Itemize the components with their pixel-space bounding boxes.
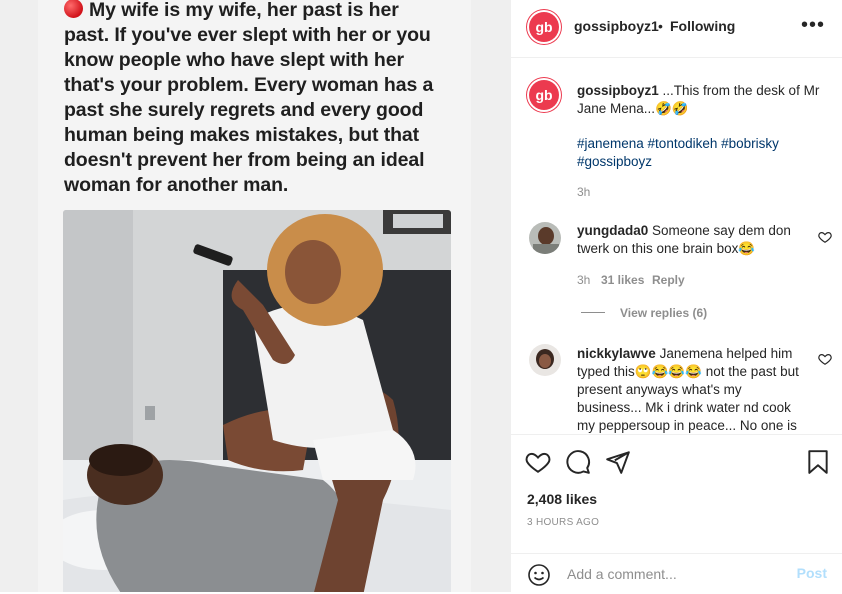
comment-line: Someone say dem don bbox=[648, 223, 791, 238]
comment-text: yungdada0 Someone say dem don twerk on t… bbox=[577, 222, 809, 258]
post-photo bbox=[63, 210, 451, 592]
comment-time: 3h bbox=[577, 273, 591, 287]
post-header: gb gossipboyz1 • Following ••• bbox=[511, 0, 842, 58]
reply-button[interactable]: Reply bbox=[652, 273, 685, 287]
post-actions: 2,408 likes 3 HOURS AGO Post bbox=[511, 434, 842, 593]
share-send-icon[interactable] bbox=[605, 449, 631, 475]
post-media[interactable]: My wife is my wife, her past is her past… bbox=[0, 0, 510, 592]
caption-time: 3h bbox=[577, 185, 591, 199]
comment-avatar[interactable] bbox=[529, 222, 561, 254]
comment-text: nickkylawve Janemena helped him typed th… bbox=[577, 345, 812, 434]
avatar-image bbox=[529, 222, 561, 254]
meme-text-line: past. If you've ever slept with her or y… bbox=[64, 24, 431, 46]
view-replies-button[interactable]: View replies (6) bbox=[620, 306, 707, 320]
like-comment-heart-icon[interactable] bbox=[818, 230, 832, 244]
meme-card: My wife is my wife, her past is her past… bbox=[38, 0, 471, 592]
post-time: 3 HOURS AGO bbox=[527, 517, 600, 528]
comment-line: present anyways what's my bbox=[577, 382, 742, 397]
comment-line: typed this🙄😂😂😂 not the past but bbox=[577, 364, 799, 379]
comment-line: twerk on this one brain box😂 bbox=[577, 241, 756, 256]
post-details-panel: gb gossipboyz1 • Following ••• gb gossip… bbox=[510, 0, 842, 592]
avatar-image bbox=[529, 344, 561, 376]
emoji-smiley-icon[interactable] bbox=[527, 563, 551, 587]
caption-avatar[interactable]: gb bbox=[529, 80, 559, 110]
hashtag-line[interactable]: #janemena #tontodikeh #bobrisky bbox=[577, 135, 779, 153]
view-replies-line bbox=[581, 312, 605, 313]
meme-text-line: human being makes mistakes, but that bbox=[64, 124, 420, 146]
comment-avatar[interactable] bbox=[529, 344, 561, 376]
like-comment-heart-icon[interactable] bbox=[818, 352, 832, 366]
header-separator: • bbox=[658, 18, 663, 34]
likes-count[interactable]: 2,408 likes bbox=[527, 491, 597, 507]
caption-line: ...This from the desk of Mr bbox=[658, 83, 820, 98]
red-circle-icon bbox=[64, 0, 83, 18]
comment-username[interactable]: yungdada0 bbox=[577, 223, 648, 238]
meme-text-line: doesn't prevent her from being an ideal bbox=[64, 149, 425, 171]
comment-likes[interactable]: 31 likes bbox=[601, 273, 644, 287]
meme-text: My wife is my wife, her past is her past… bbox=[64, 0, 464, 198]
comment-bubble-icon[interactable] bbox=[565, 449, 591, 475]
hashtag-line[interactable]: #gossipboyz bbox=[577, 153, 779, 171]
add-comment-input[interactable] bbox=[565, 565, 789, 583]
more-horizontal-icon[interactable]: ••• bbox=[801, 14, 825, 37]
comment-line: my peppersoup in peace... No one is bbox=[577, 418, 797, 433]
meme-text-line: that's your problem. Every woman has a bbox=[64, 74, 434, 96]
save-bookmark-icon[interactable] bbox=[805, 449, 831, 475]
photo-illustration bbox=[63, 210, 451, 592]
like-heart-icon[interactable] bbox=[525, 449, 551, 475]
add-comment-bar: Post bbox=[511, 553, 842, 594]
comments-section[interactable]: gb gossipboyz1 ...This from the desk of … bbox=[511, 58, 842, 434]
caption-line: Jane Mena...🤣🤣 bbox=[577, 101, 689, 116]
caption-hashtags[interactable]: #janemena #tontodikeh #bobrisky #gossipb… bbox=[577, 135, 779, 171]
comment-username[interactable]: nickkylawve bbox=[577, 346, 656, 361]
comment-line: Janemena helped him bbox=[655, 346, 793, 361]
meme-text-line: woman for another man. bbox=[64, 174, 289, 196]
following-button[interactable]: Following bbox=[670, 18, 735, 34]
author-avatar[interactable]: gb bbox=[529, 12, 559, 42]
meme-text-line: know people who have slept with her bbox=[64, 49, 404, 71]
author-username[interactable]: gossipboyz1 bbox=[574, 18, 659, 34]
caption-text: gossipboyz1 ...This from the desk of Mr … bbox=[577, 82, 827, 118]
meme-text-line: past she surely regrets and every good bbox=[64, 99, 424, 121]
meme-text-line: My wife is my wife, her past is her bbox=[89, 0, 399, 21]
caption-username[interactable]: gossipboyz1 bbox=[577, 83, 659, 98]
post-comment-button[interactable]: Post bbox=[797, 565, 827, 581]
comment-line: business... Mk i drink water nd cook bbox=[577, 400, 791, 415]
